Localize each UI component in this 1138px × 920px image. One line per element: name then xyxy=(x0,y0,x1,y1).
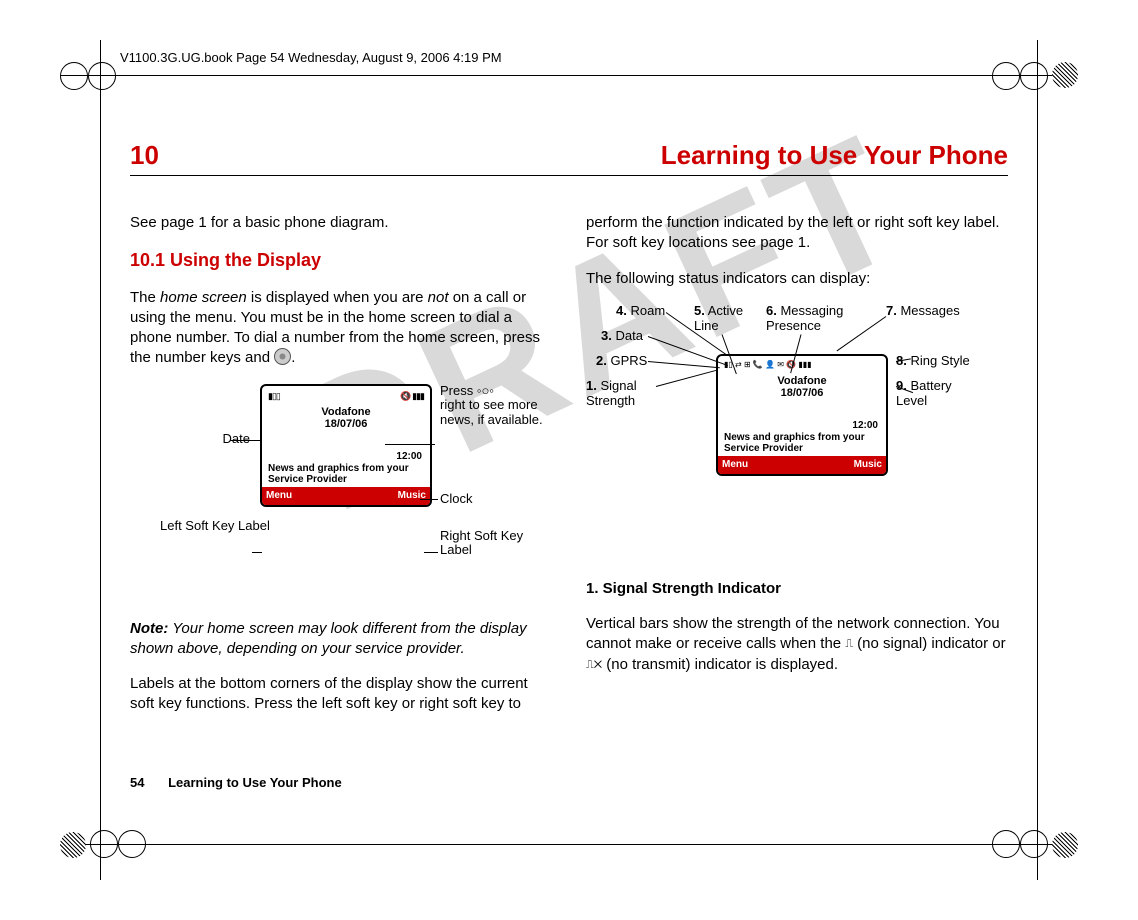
ind-6: 6. Messaging Presence xyxy=(766,304,856,334)
date-label: 18/07/06 xyxy=(722,387,882,399)
carrier-label: Vodafone xyxy=(266,406,426,418)
ind-1: 1. Signal Strength xyxy=(586,379,656,409)
status-icons-row: ▮▯ ⇄ ⊞ 📞 👤 ✉ 🔇 ▮▮▮ xyxy=(724,360,812,371)
left-softkey: Menu xyxy=(266,489,292,503)
callout-leftsoft: Left Soft Key Label xyxy=(160,519,250,534)
phone-status-bar: ▮▯▯ 🔇 ▮▮▮ xyxy=(266,390,426,404)
footer-title: Learning to Use Your Phone xyxy=(168,775,342,790)
phone-figure-left: ▮▯▯ 🔇 ▮▮▮ Vodafone 18/07/06 12:00 News a… xyxy=(130,384,552,604)
section-title: 10.1 Using the Display xyxy=(130,248,552,272)
left-softkey: Menu xyxy=(722,458,748,472)
right-column: perform the function indicated by the le… xyxy=(586,198,1008,730)
carrier-label: Vodafone xyxy=(722,375,882,387)
note-text: Note: Your home screen may look differen… xyxy=(130,619,552,660)
chapter-number: 10 xyxy=(130,140,159,171)
softkey-bar: Menu Music xyxy=(718,456,886,474)
phone-figure-right: ▮▯ ⇄ ⊞ 📞 👤 ✉ 🔇 ▮▮▮ Vodafone 18/07/06 12:… xyxy=(586,304,1008,564)
no-transmit-icon: ⎍✕ xyxy=(586,659,602,671)
body-para: The following status indicators can disp… xyxy=(586,269,1008,289)
ind-7: 7. Messages xyxy=(886,304,960,319)
page-number: 54 xyxy=(130,775,144,790)
ind-2: 2. GPRS xyxy=(596,354,647,369)
crop-mark-icon xyxy=(1020,62,1048,90)
ind-4: 4. Roam xyxy=(616,304,665,319)
crop-line-bottom xyxy=(60,844,1078,845)
ind-3: 3. Data xyxy=(601,329,643,344)
callout-clock: Clock xyxy=(440,492,473,507)
right-softkey: Music xyxy=(854,458,882,472)
chapter-header: 10 Learning to Use Your Phone xyxy=(130,140,1008,176)
crop-mark-icon xyxy=(90,830,118,858)
call-key-icon xyxy=(274,348,291,365)
page-footer: 54 Learning to Use Your Phone xyxy=(130,775,342,790)
sig-heading: 1. Signal Strength Indicator xyxy=(586,579,1008,599)
crop-mark-icon xyxy=(60,832,86,858)
right-softkey: Music xyxy=(398,489,426,503)
phone-carrier-date: Vodafone 18/07/06 xyxy=(722,373,882,419)
crop-mark-icon xyxy=(60,62,88,90)
phone-mockup-indicators: ▮▯ ⇄ ⊞ 📞 👤 ✉ 🔇 ▮▮▮ Vodafone 18/07/06 12:… xyxy=(716,354,888,476)
news-ticker: News and graphics from your Service Prov… xyxy=(722,432,882,456)
crop-mark-icon xyxy=(992,830,1020,858)
left-column: See page 1 for a basic phone diagram. 10… xyxy=(130,198,552,730)
phone-mockup: ▮▯▯ 🔇 ▮▮▮ Vodafone 18/07/06 12:00 News a… xyxy=(260,384,432,507)
crop-mark-icon xyxy=(1020,830,1048,858)
chapter-title: Learning to Use Your Phone xyxy=(661,140,1008,171)
sig-body: Vertical bars show the strength of the n… xyxy=(586,614,1008,675)
date-label: 18/07/06 xyxy=(266,418,426,430)
crop-line-left xyxy=(100,40,101,880)
intro-text: See page 1 for a basic phone diagram. xyxy=(130,213,552,233)
softkey-bar: Menu Music xyxy=(262,487,430,505)
ind-9: 9. Battery Level xyxy=(896,379,966,409)
crop-line-top xyxy=(60,75,1078,76)
crop-mark-icon xyxy=(1052,62,1078,88)
crop-mark-icon xyxy=(1052,832,1078,858)
crop-line-right xyxy=(1037,40,1038,880)
no-signal-icon: ⎍ xyxy=(845,638,853,650)
body-para: Labels at the bottom corners of the disp… xyxy=(130,674,552,715)
clock-label: 12:00 xyxy=(266,450,426,464)
clock-label: 12:00 xyxy=(722,419,882,433)
ring-battery-icon: 🔇 ▮▮▮ xyxy=(400,390,424,402)
callout-rightsoft: Right Soft Key Label xyxy=(440,529,550,559)
signal-icon: ▮▯▯ xyxy=(268,390,280,402)
phone-status-bar-full: ▮▯ ⇄ ⊞ 📞 👤 ✉ 🔇 ▮▮▮ xyxy=(722,360,882,373)
callout-press: Press ◦○◦ right to see more news, if ava… xyxy=(440,384,550,429)
ind-5: 5. Active Line xyxy=(694,304,754,334)
crop-mark-icon xyxy=(992,62,1020,90)
crop-mark-icon xyxy=(118,830,146,858)
ind-8: 8. Ring Style xyxy=(896,354,970,369)
news-ticker: News and graphics from your Service Prov… xyxy=(266,463,426,487)
doc-header-meta: V1100.3G.UG.book Page 54 Wednesday, Augu… xyxy=(120,50,1138,65)
crop-mark-icon xyxy=(88,62,116,90)
body-para: The home screen is displayed when you ar… xyxy=(130,288,552,369)
body-para: perform the function indicated by the le… xyxy=(586,213,1008,254)
